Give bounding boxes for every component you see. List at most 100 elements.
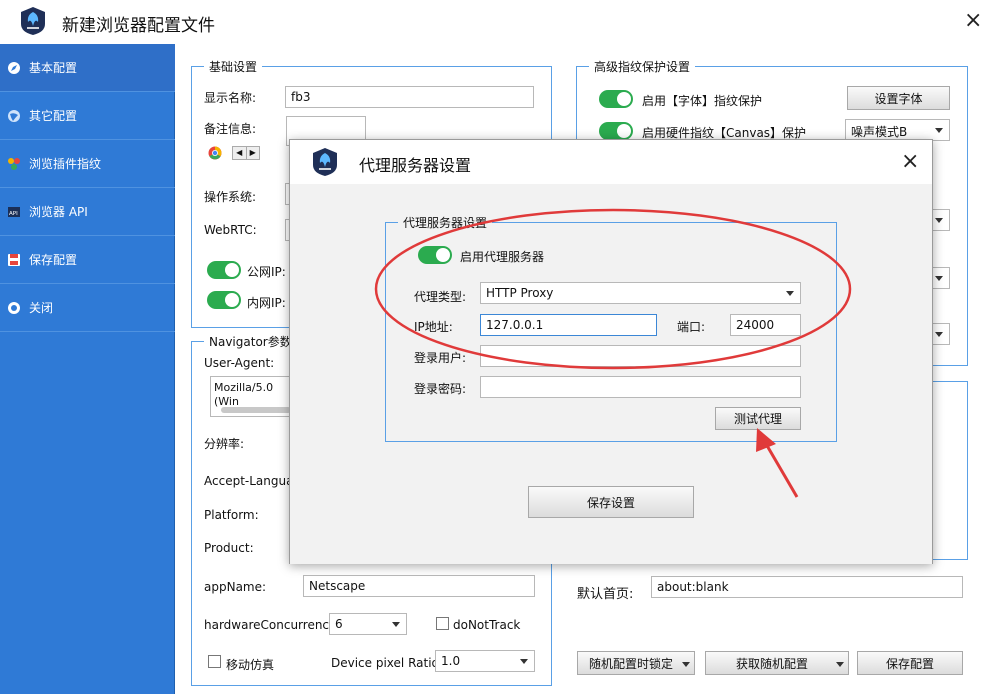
chrome-icon: [208, 146, 222, 160]
plugin-icon: [6, 156, 22, 172]
mobile-emulation-checkbox[interactable]: [208, 655, 221, 668]
sidebar-item-label: 浏览插件指纹: [29, 157, 102, 171]
enable-proxy-label: 启用代理服务器: [460, 250, 545, 264]
sidebar-item-label: 关闭: [29, 301, 54, 315]
test-proxy-button[interactable]: 测试代理: [715, 407, 801, 430]
display-name-label: 显示名称:: [204, 91, 257, 105]
chevron-down-icon: [520, 659, 528, 664]
horizontal-scrollbar[interactable]: [221, 407, 291, 413]
sidebar-item-label: 其它配置: [29, 109, 78, 123]
proxy-type-label: 代理类型:: [414, 290, 467, 304]
device-pixel-ratio-value: 1.0: [441, 654, 461, 668]
save-proxy-settings-button[interactable]: 保存设置: [528, 486, 694, 518]
get-random-button[interactable]: 获取随机配置: [705, 651, 849, 675]
hardware-concurrency-select[interactable]: 6: [329, 613, 407, 635]
sidebar-item-api[interactable]: API 浏览器 API: [0, 188, 175, 236]
canvas-protect-toggle[interactable]: [599, 122, 633, 140]
font-protect-label: 启用【字体】指纹保护: [642, 94, 763, 108]
chevron-down-icon: [836, 662, 844, 667]
webrtc-label: WebRTC:: [204, 223, 257, 237]
hardware-concurrency-value: 6: [335, 617, 343, 631]
appname-input[interactable]: [303, 575, 535, 597]
font-protect-toggle[interactable]: [599, 90, 633, 108]
login-user-label: 登录用户:: [414, 351, 467, 365]
set-font-button[interactable]: 设置字体: [847, 86, 950, 110]
sidebar-item-close[interactable]: 关闭: [0, 284, 175, 332]
chevron-down-icon: [786, 291, 794, 296]
chevron-down-icon: [935, 128, 943, 133]
user-agent-value: Mozilla/5.0 (Win: [214, 381, 274, 408]
arrow-right-icon[interactable]: ▶: [247, 147, 260, 159]
remark-label: 备注信息:: [204, 122, 257, 136]
dialog-title: 代理服务器设置: [359, 156, 472, 175]
chevron-down-icon: [935, 276, 943, 281]
user-agent-label: User-Agent:: [204, 356, 275, 370]
chevron-down-icon: [682, 662, 690, 667]
dialog-body: 代理服务器设置 启用代理服务器 代理类型: HTTP Proxy IP地址: 端…: [290, 184, 932, 564]
group-title: 代理服务器设置: [398, 214, 493, 231]
chevron-down-icon: [935, 332, 943, 337]
close-circle-icon: [6, 300, 22, 316]
chevron-down-icon: [935, 218, 943, 223]
dialog-close-icon[interactable]: ×: [901, 151, 919, 173]
enable-proxy-toggle[interactable]: [418, 246, 452, 264]
os-label: 操作系统:: [204, 190, 257, 204]
user-agent-textarea[interactable]: Mozilla/5.0 (Win: [210, 376, 300, 417]
do-not-track-label: doNotTrack: [453, 618, 521, 632]
globe-icon: [6, 108, 22, 124]
proxy-type-value: HTTP Proxy: [486, 286, 554, 300]
chevron-down-icon: [392, 622, 400, 627]
canvas-mode-select[interactable]: 噪声模式B: [845, 119, 950, 141]
sidebar-item-other[interactable]: 其它配置: [0, 92, 175, 140]
save-icon: [6, 252, 22, 268]
login-password-label: 登录密码:: [414, 382, 467, 396]
login-password-input[interactable]: [480, 376, 801, 398]
app-logo-icon: [21, 7, 45, 35]
group-title: 高级指纹保护设置: [589, 58, 696, 75]
port-input[interactable]: [730, 314, 801, 336]
ip-address-input[interactable]: [480, 314, 657, 336]
svg-text:API: API: [9, 211, 18, 217]
api-icon: API: [6, 204, 22, 220]
resolution-label: 分辨率:: [204, 437, 245, 451]
hardware-concurrency-label: hardwareConcurrency:: [204, 618, 340, 632]
platform-label: Platform:: [204, 508, 259, 522]
sidebar-item-save[interactable]: 保存配置: [0, 236, 175, 284]
mobile-emulation-label: 移动仿真: [226, 658, 275, 672]
do-not-track-checkbox[interactable]: [436, 617, 449, 630]
proxy-type-select[interactable]: HTTP Proxy: [480, 282, 801, 304]
sidebar-item-basic[interactable]: 基本配置: [0, 44, 175, 92]
lock-random-button-label: 随机配置时锁定: [588, 656, 673, 671]
login-user-input[interactable]: [480, 345, 801, 367]
sidebar-item-label: 浏览器 API: [29, 205, 88, 219]
group-title: Navigator参数: [204, 333, 297, 350]
public-ip-toggle[interactable]: [207, 261, 241, 279]
proxy-settings-dialog: 代理服务器设置 × 代理服务器设置 启用代理服务器 代理类型: HTTP Pro…: [289, 139, 933, 564]
port-label: 端口:: [677, 320, 706, 334]
app-logo-icon: [313, 148, 337, 176]
homepage-input[interactable]: [651, 576, 963, 598]
sidebar-item-plugin[interactable]: 浏览插件指纹: [0, 140, 175, 188]
title-bar: 新建浏览器配置文件 ×: [0, 0, 996, 44]
browser-version-spinner[interactable]: ◀ ▶: [232, 146, 260, 160]
display-name-input[interactable]: [285, 86, 534, 108]
lock-random-button[interactable]: 随机配置时锁定: [577, 651, 695, 675]
save-config-button[interactable]: 保存配置: [857, 651, 963, 675]
compass-icon: [6, 60, 22, 76]
window-close-icon[interactable]: ×: [964, 10, 982, 32]
public-ip-label: 公网IP:: [247, 265, 286, 279]
device-pixel-ratio-label: Device pixel Ratio:: [331, 656, 443, 670]
device-pixel-ratio-select[interactable]: 1.0: [435, 650, 535, 672]
lan-ip-toggle[interactable]: [207, 291, 241, 309]
arrow-left-icon[interactable]: ◀: [233, 147, 247, 159]
ip-address-label: IP地址:: [414, 320, 453, 334]
dialog-title-bar: 代理服务器设置 ×: [290, 140, 932, 184]
get-random-button-label: 获取随机配置: [735, 656, 808, 671]
homepage-label: 默认首页:: [577, 587, 634, 602]
sidebar-item-label: 基本配置: [29, 61, 78, 75]
product-label: Product:: [204, 541, 254, 555]
canvas-mode-value: 噪声模式B: [851, 125, 908, 139]
lan-ip-label: 内网IP:: [247, 296, 286, 310]
sidebar-item-label: 保存配置: [29, 253, 78, 267]
sidebar: 基本配置 其它配置 浏览插件指纹 API 浏览器 API 保存配置 关闭: [0, 44, 175, 694]
